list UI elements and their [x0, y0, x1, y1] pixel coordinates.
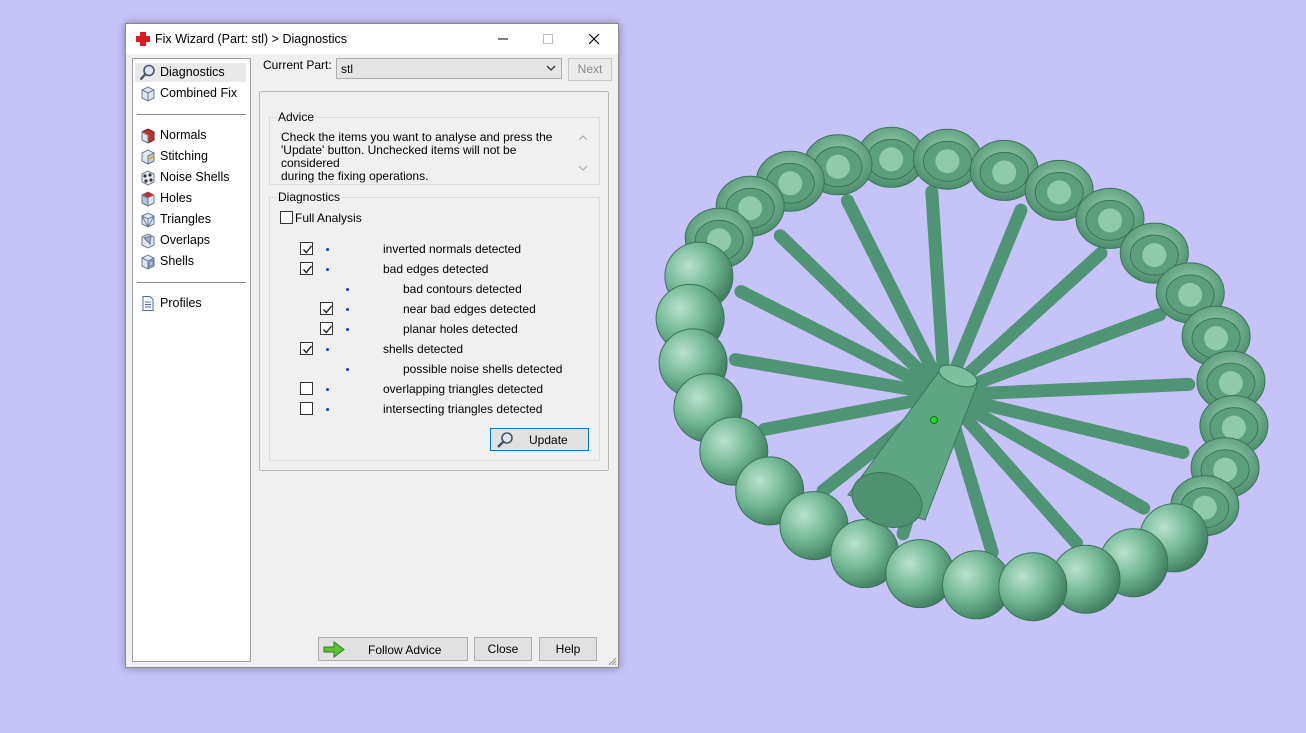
- nav-item-diagnostics[interactable]: Diagnostics: [135, 63, 246, 82]
- advice-line: 'Update' button. Unchecked items will no…: [281, 143, 517, 170]
- nav-item-normals[interactable]: Normals: [135, 126, 246, 145]
- red-cross-icon: [136, 32, 150, 46]
- noise-shells-icon: [141, 170, 155, 186]
- checkmark-icon: [302, 245, 313, 254]
- current-part-dropdown[interactable]: stl: [336, 58, 562, 79]
- holes-cube-icon: [141, 191, 155, 207]
- stitching-cube-icon: [141, 149, 155, 165]
- triangles-cube-icon: [141, 212, 155, 228]
- diagnostic-checkbox[interactable]: [300, 242, 313, 255]
- nav-label: Normals: [160, 128, 207, 142]
- checkmark-icon: [322, 325, 333, 334]
- diagnostic-checkbox[interactable]: [300, 382, 313, 395]
- close-icon: [588, 33, 600, 45]
- checkmark-icon: [322, 305, 333, 314]
- diagnostic-label: overlapping triangles detected: [383, 382, 544, 396]
- follow-advice-label: Follow Advice: [368, 643, 442, 657]
- window-title: Fix Wizard (Part: stl) > Diagnostics: [155, 32, 348, 46]
- fix-wizard-window: Fix Wizard (Part: stl) > Diagnostics Dia…: [125, 23, 619, 668]
- scroll-up-icon[interactable]: [578, 134, 588, 142]
- nav-item-shells[interactable]: Shells: [135, 252, 246, 271]
- nav-item-profiles[interactable]: Profiles: [135, 294, 246, 313]
- advice-line: during the fixing operations.: [281, 169, 429, 183]
- full-analysis-checkbox[interactable]: [280, 211, 293, 224]
- shells-cube-icon: [141, 254, 155, 270]
- diagnostic-label: possible noise shells detected: [403, 362, 563, 376]
- rim-cup: [912, 128, 982, 190]
- chevron-down-icon: [546, 65, 556, 71]
- current-part-label: Current Part:: [263, 58, 332, 72]
- rim-bead: [998, 552, 1068, 622]
- overlaps-cube-icon: [141, 233, 155, 249]
- nav-separator: [137, 282, 246, 283]
- diagnostic-checkbox[interactable]: [320, 302, 333, 315]
- rim-bead: [885, 539, 955, 609]
- diagnostic-label: intersecting triangles detected: [383, 402, 543, 416]
- next-button[interactable]: Next: [568, 58, 612, 81]
- diagnostics-title: Diagnostics: [276, 190, 343, 204]
- bullet-dot: [346, 288, 349, 291]
- cube-icon: [141, 86, 155, 102]
- normals-cube-icon: [141, 128, 155, 144]
- diagnostic-label: bad edges detected: [383, 262, 489, 276]
- magnifier-icon: [139, 64, 155, 81]
- current-part-value: stl: [341, 62, 353, 76]
- nav-item-stitching[interactable]: Stitching: [135, 147, 246, 166]
- diagnostic-checkbox[interactable]: [300, 402, 313, 415]
- full-analysis-label: Full Analysis: [295, 211, 362, 225]
- diagnostic-checkbox[interactable]: [300, 262, 313, 275]
- green-arrow-icon: [323, 641, 345, 658]
- bullet-dot: [346, 308, 349, 311]
- nav-item-combined-fix[interactable]: Combined Fix: [135, 84, 246, 103]
- diagnostic-checkbox[interactable]: [300, 342, 313, 355]
- profile-document-icon: [142, 296, 154, 311]
- update-button[interactable]: Update: [490, 428, 589, 451]
- close-button[interactable]: Close: [474, 637, 532, 661]
- scroll-down-icon[interactable]: [578, 164, 588, 172]
- diagnostic-label: shells detected: [383, 342, 464, 356]
- fix-nav-panel: Diagnostics Combined Fix Normals Stitchi…: [132, 58, 251, 662]
- minimize-button[interactable]: [481, 24, 526, 54]
- nav-item-holes[interactable]: Holes: [135, 189, 246, 208]
- close-window-button[interactable]: [572, 24, 617, 54]
- nav-label: Diagnostics: [160, 65, 225, 79]
- nav-item-triangles[interactable]: Triangles: [135, 210, 246, 229]
- diagnostic-label: inverted normals detected: [383, 242, 522, 256]
- diagnostic-checkbox[interactable]: [320, 322, 333, 335]
- maximize-button[interactable]: [526, 24, 571, 54]
- diagnostic-label: bad contours detected: [403, 282, 522, 296]
- bullet-dot: [326, 248, 329, 251]
- advice-text: Check the items you want to analyse and …: [281, 131, 571, 183]
- nav-separator: [137, 114, 246, 115]
- diagnostic-label: planar holes detected: [403, 322, 518, 336]
- nav-item-noise-shells[interactable]: Noise Shells: [135, 168, 246, 187]
- resize-grip-icon[interactable]: [607, 656, 617, 666]
- diagnostic-label: near bad edges detected: [403, 302, 536, 316]
- update-label: Update: [529, 433, 568, 447]
- bullet-dot: [346, 368, 349, 371]
- checkmark-icon: [302, 345, 313, 354]
- nav-label: Profiles: [160, 296, 202, 310]
- bullet-dot: [326, 408, 329, 411]
- nav-label: Holes: [160, 191, 192, 205]
- maximize-icon: [543, 34, 553, 44]
- magnifier-icon: [497, 432, 513, 448]
- nav-label: Overlaps: [160, 233, 211, 247]
- advice-title: Advice: [276, 110, 317, 124]
- nav-label: Triangles: [160, 212, 211, 226]
- bullet-dot: [326, 268, 329, 271]
- title-bar[interactable]: Fix Wizard (Part: stl) > Diagnostics: [126, 24, 618, 54]
- bullet-dot: [326, 388, 329, 391]
- checkmark-icon: [302, 265, 313, 274]
- nav-label: Shells: [160, 254, 195, 268]
- bullet-dot: [326, 348, 329, 351]
- nav-label: Stitching: [160, 149, 208, 163]
- nav-item-overlaps[interactable]: Overlaps: [135, 231, 246, 250]
- follow-advice-button[interactable]: Follow Advice: [318, 637, 468, 661]
- nav-label: Noise Shells: [160, 170, 230, 184]
- bullet-dot: [346, 328, 349, 331]
- minimize-icon: [498, 38, 508, 40]
- nav-label: Combined Fix: [160, 86, 238, 100]
- help-button[interactable]: Help: [539, 637, 597, 661]
